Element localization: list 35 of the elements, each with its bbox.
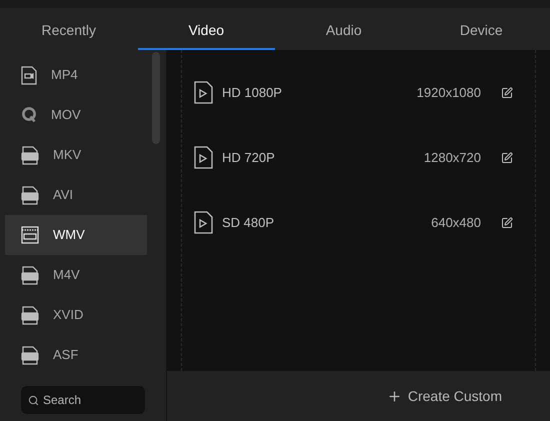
preset-resolution: 1920x1080 — [416, 84, 481, 102]
tagged-file-icon — [21, 346, 39, 364]
format-item[interactable]: ASF — [5, 335, 147, 375]
edit-icon[interactable] — [501, 152, 513, 164]
tab[interactable]: Audio — [275, 8, 412, 50]
window-icon — [21, 226, 39, 244]
tab[interactable]: Recently — [0, 8, 138, 50]
format-item[interactable]: MOV — [5, 95, 147, 135]
video-file-icon — [21, 66, 37, 84]
tagged-file-icon — [21, 186, 39, 204]
format-item[interactable]: AVI — [5, 175, 147, 215]
format-item[interactable]: MP4 — [5, 55, 147, 95]
format-item[interactable]: WMV — [5, 215, 147, 255]
play-file-icon — [194, 211, 213, 234]
search-field[interactable]: Search — [21, 386, 145, 414]
edit-icon[interactable] — [501, 216, 513, 228]
preset-name: HD 720P — [222, 148, 276, 167]
preset-resolution: 1280x720 — [424, 148, 481, 167]
q-logo-icon — [21, 106, 37, 124]
plus-icon — [386, 388, 402, 404]
edit-icon[interactable] — [501, 86, 513, 98]
format-item[interactable]: M4V — [5, 255, 147, 295]
play-file-icon — [194, 81, 213, 104]
play-file-icon — [194, 146, 213, 169]
tagged-file-icon — [21, 306, 39, 324]
search-icon — [28, 395, 39, 406]
format-item[interactable]: MKV — [5, 135, 147, 175]
preset-name: SD 480P — [222, 214, 276, 232]
tagged-file-icon — [21, 266, 39, 284]
tab[interactable]: Device — [412, 8, 550, 50]
create-custom-button[interactable]: Create Custom — [386, 386, 502, 406]
preset-resolution: 640x480 — [431, 214, 481, 232]
format-item[interactable]: XVID — [5, 295, 147, 335]
tagged-file-icon — [21, 146, 39, 164]
preset-name: HD 1080P — [222, 84, 283, 102]
